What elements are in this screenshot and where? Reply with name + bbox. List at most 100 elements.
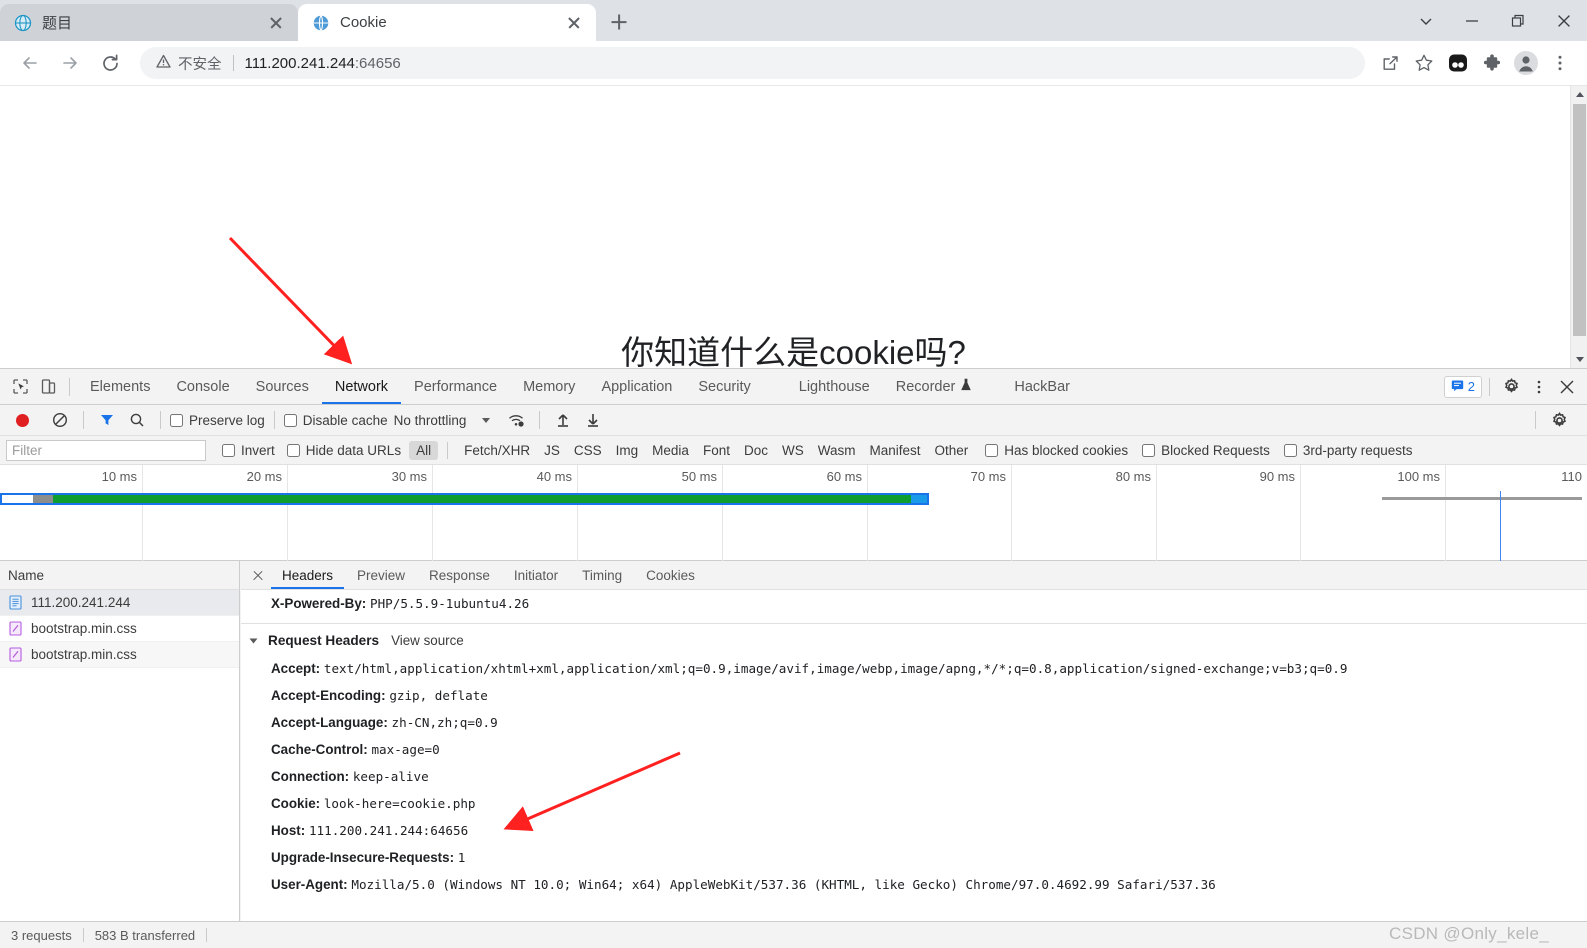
header-value: Mozilla/5.0 (Windows NT 10.0; Win64; x64… (351, 877, 1216, 892)
scroll-up-arrow-icon[interactable] (1571, 86, 1587, 103)
devtools-tab-security[interactable]: Security (685, 369, 763, 404)
device-toolbar-icon[interactable] (34, 373, 62, 401)
detail-tab-cookies[interactable]: Cookies (635, 561, 706, 589)
minimize-icon[interactable] (1449, 0, 1495, 41)
detail-tab-headers[interactable]: Headers (271, 561, 344, 589)
request-headers-section-title[interactable]: Request Headers View source (241, 624, 1587, 655)
reload-icon[interactable] (90, 43, 130, 83)
profile-avatar-icon[interactable] (1509, 46, 1543, 80)
omnibox[interactable]: 不安全 111.200.241.244:64656 (140, 47, 1365, 79)
filter-type-css[interactable]: CSS (567, 441, 609, 460)
close-icon[interactable] (266, 13, 286, 33)
devtools-tab-lighthouse[interactable]: Lighthouse (786, 369, 883, 404)
filter-type-img[interactable]: Img (609, 441, 646, 460)
filter-type-wasm[interactable]: Wasm (811, 441, 863, 460)
filter-type-fetch-xhr[interactable]: Fetch/XHR (457, 441, 537, 460)
request-list-header[interactable]: Name (0, 561, 239, 590)
devtools-tab-performance[interactable]: Performance (401, 369, 510, 404)
network-settings-gear-icon[interactable] (1545, 406, 1573, 434)
browser-tab-1[interactable]: Cookie (298, 4, 596, 41)
close-icon[interactable] (564, 13, 584, 33)
chrome-menu-icon[interactable] (1543, 46, 1577, 80)
chevron-down-icon[interactable] (249, 638, 258, 643)
back-icon[interactable] (10, 43, 50, 83)
table-row[interactable]: bootstrap.min.css (0, 642, 239, 668)
third-party-requests-checkbox[interactable]: 3rd-party requests (1283, 443, 1412, 458)
not-secure-indicator[interactable]: 不安全 (156, 53, 222, 74)
preserve-log-input[interactable] (170, 413, 183, 427)
third-party-requests-input[interactable] (1283, 443, 1297, 457)
toolbar-divider (69, 377, 70, 396)
detail-tab-initiator[interactable]: Initiator (503, 561, 569, 589)
detail-tab-response[interactable]: Response (418, 561, 501, 589)
search-icon[interactable] (123, 406, 151, 434)
filter-type-doc[interactable]: Doc (737, 441, 775, 460)
filter-type-media[interactable]: Media (645, 441, 696, 460)
header-name: Upgrade-Insecure-Requests: (271, 850, 455, 865)
header-name: Cache-Control: (271, 742, 368, 757)
share-icon[interactable] (1373, 46, 1407, 80)
filter-type-manifest[interactable]: Manifest (862, 441, 927, 460)
maximize-restore-icon[interactable] (1495, 0, 1541, 41)
devtools-more-menu-icon[interactable] (1525, 373, 1553, 401)
devtools-tab-network[interactable]: Network (322, 369, 401, 404)
throttling-select[interactable]: No throttling (394, 413, 467, 428)
devtools-tab-elements[interactable]: Elements (77, 369, 163, 404)
browser-tab-0[interactable]: 题目 (0, 4, 298, 41)
forward-icon[interactable] (50, 43, 90, 83)
view-source-link[interactable]: View source (391, 633, 464, 648)
bookmark-star-icon[interactable] (1407, 46, 1441, 80)
extensions-puzzle-icon[interactable] (1475, 46, 1509, 80)
new-tab-button[interactable] (602, 5, 636, 39)
scrollbar-thumb[interactable] (1573, 104, 1586, 336)
headers-body[interactable]: Vary: Accept-Encoding X-Powered-By: PHP/… (241, 590, 1587, 922)
filter-type-ws[interactable]: WS (775, 441, 811, 460)
close-detail-icon[interactable] (247, 564, 269, 586)
filter-input[interactable] (6, 439, 206, 461)
browser-toolbar: 不安全 111.200.241.244:64656 (0, 41, 1587, 86)
filter-type-other[interactable]: Other (928, 441, 976, 460)
detail-tab-preview[interactable]: Preview (346, 561, 416, 589)
devtools-tab-hackbar[interactable]: HackBar (1001, 369, 1083, 404)
tab-search-chevron-icon[interactable] (1403, 0, 1449, 41)
has-blocked-cookies-input[interactable] (985, 443, 999, 457)
extension-cookie-icon[interactable] (1441, 46, 1475, 80)
devtools-tab-console[interactable]: Console (163, 369, 242, 404)
console-message-badge[interactable]: 2 (1443, 375, 1482, 398)
table-row[interactable]: 111.200.241.244 (0, 590, 239, 616)
filter-type-js[interactable]: JS (537, 441, 567, 460)
page-scrollbar[interactable] (1570, 86, 1587, 368)
clear-network-log-icon[interactable] (46, 406, 74, 434)
devtools-tab-memory[interactable]: Memory (510, 369, 588, 404)
hide-data-urls-checkbox[interactable]: Hide data URLs (286, 443, 401, 458)
gear-icon[interactable] (1497, 373, 1525, 401)
hide-data-urls-input[interactable] (286, 443, 300, 457)
chevron-down-icon[interactable] (482, 417, 491, 423)
devtools-tab-application[interactable]: Application (588, 369, 685, 404)
export-har-icon[interactable] (579, 406, 607, 434)
inspect-element-icon[interactable] (6, 373, 34, 401)
preserve-log-checkbox[interactable]: Preserve log (170, 413, 265, 428)
filter-funnel-icon[interactable] (93, 406, 121, 434)
filter-type-font[interactable]: Font (696, 441, 737, 460)
record-button[interactable] (16, 413, 29, 427)
network-overview[interactable]: 10 ms 20 ms 30 ms 40 ms 50 ms 60 ms 70 m… (0, 465, 1587, 561)
invert-input[interactable] (222, 443, 235, 457)
close-devtools-icon[interactable] (1553, 373, 1581, 401)
blocked-requests-checkbox[interactable]: Blocked Requests (1142, 443, 1270, 458)
devtools-tab-sources[interactable]: Sources (243, 369, 322, 404)
filter-type-all[interactable]: All (409, 440, 439, 460)
disable-cache-input[interactable] (283, 413, 297, 427)
scroll-down-arrow-icon[interactable] (1571, 351, 1587, 368)
close-window-icon[interactable] (1541, 0, 1587, 41)
detail-tab-timing[interactable]: Timing (571, 561, 633, 589)
invert-checkbox[interactable]: Invert (222, 443, 275, 458)
blocked-requests-input[interactable] (1142, 443, 1156, 457)
import-har-icon[interactable] (549, 406, 577, 434)
header-row: Upgrade-Insecure-Requests: 1 (241, 844, 1587, 871)
devtools-tab-recorder[interactable]: Recorder (883, 369, 986, 404)
network-conditions-icon[interactable] (502, 406, 530, 434)
table-row[interactable]: bootstrap.min.css (0, 616, 239, 642)
has-blocked-cookies-checkbox[interactable]: Has blocked cookies (985, 443, 1128, 458)
disable-cache-checkbox[interactable]: Disable cache (283, 413, 388, 428)
